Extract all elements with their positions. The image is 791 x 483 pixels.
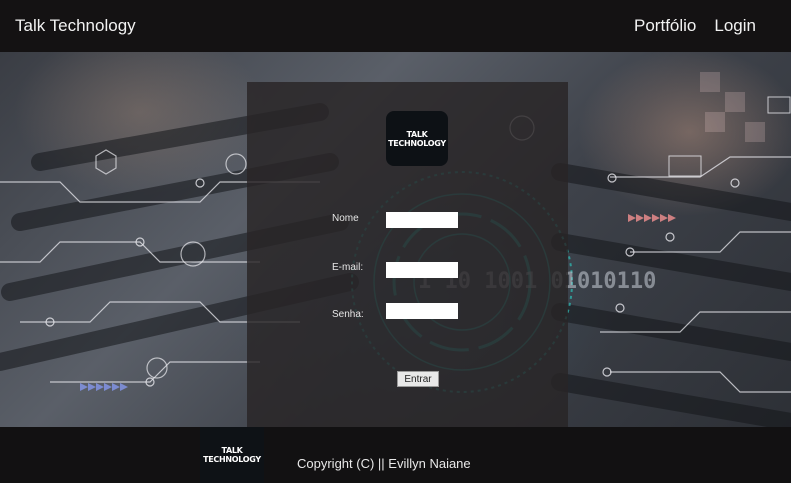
logo-text-technology: TECHNOLOGY <box>388 138 446 148</box>
email-label: E-mail: <box>332 262 364 273</box>
nav-links: Portfólio Login <box>634 16 756 36</box>
brand-title[interactable]: Talk Technology <box>15 16 136 36</box>
footer-logo-text-technology: TECHNOLOGY <box>203 455 261 464</box>
copyright-text: Copyright (C) || Evillyn Naiane <box>297 456 471 471</box>
password-label: Senha: <box>332 309 364 320</box>
name-label: Nome <box>332 213 359 224</box>
footer-logo-text-talk: TALK <box>221 446 243 455</box>
submit-button[interactable]: Entrar <box>397 371 439 387</box>
name-input[interactable] <box>386 212 458 228</box>
top-navbar: Talk Technology Portfólio Login <box>0 0 791 52</box>
email-input[interactable] <box>386 262 458 278</box>
nav-login-link[interactable]: Login <box>714 16 756 36</box>
logo-text-talk: TALK <box>406 129 428 139</box>
card-logo: TALK TECHNOLOGY <box>386 111 448 166</box>
footer-logo: TALK TECHNOLOGY <box>200 427 264 483</box>
nav-portfolio-link[interactable]: Portfólio <box>634 16 696 36</box>
password-input[interactable] <box>386 303 458 319</box>
footer <box>0 427 791 483</box>
